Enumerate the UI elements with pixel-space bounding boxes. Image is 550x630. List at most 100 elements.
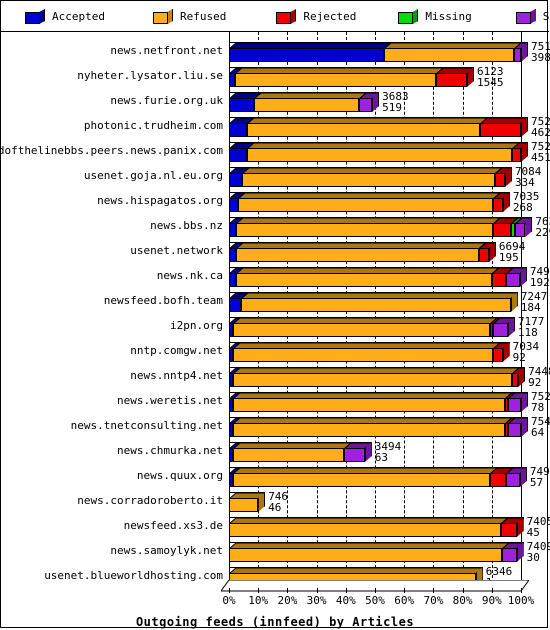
x-axis-tick: [287, 588, 289, 593]
bar-segment-refused[interactable]: [233, 448, 345, 462]
bar-value-labels: 7525462: [531, 116, 550, 138]
stacked-bar[interactable]: 752678: [229, 391, 550, 413]
x-axis-tick: [258, 588, 260, 593]
bar-segment-accepted[interactable]: [229, 173, 243, 187]
bar-segment-refused[interactable]: [229, 548, 503, 562]
bar-value-secondary: 92: [512, 351, 526, 364]
bar-segment-spooled[interactable]: [507, 398, 521, 412]
bar-segment-refused[interactable]: [233, 348, 494, 362]
bar-value-secondary: 45: [526, 526, 540, 539]
stacked-bar[interactable]: 3494 63: [229, 441, 521, 463]
stacked-bar[interactable]: 7247 184: [229, 291, 547, 313]
bar-value-secondary: 57: [529, 476, 544, 489]
bar-segment-rejected[interactable]: [491, 273, 507, 287]
stacked-bar[interactable]: 746 46: [229, 491, 521, 514]
bar-segment-rejected[interactable]: [493, 223, 511, 237]
bar-segment-refused[interactable]: [236, 223, 494, 237]
bar-segment-refused[interactable]: [233, 473, 491, 487]
bar-value-secondary: 46: [268, 501, 282, 514]
bar-segment-refused[interactable]: [236, 273, 492, 287]
bar-segment-accepted[interactable]: [229, 148, 247, 162]
bar-segment-rejected[interactable]: [480, 123, 521, 137]
bar-segment-accepted[interactable]: [229, 198, 238, 212]
bar-segment-rejected[interactable]: [494, 173, 505, 187]
bar-segment-spooled[interactable]: [344, 448, 365, 462]
stacked-bar[interactable]: 744892: [229, 366, 550, 388]
bar-segment-refused[interactable]: [242, 173, 495, 187]
bar-segment-rejected[interactable]: [492, 198, 503, 212]
x-axis-tick: [462, 588, 464, 593]
stacked-bar[interactable]: 6694 195: [229, 241, 525, 263]
bar-segment-refused[interactable]: [234, 73, 437, 87]
bar-segment-spooled[interactable]: [502, 548, 517, 562]
stacked-bar[interactable]: 7490192: [229, 266, 550, 288]
bar-segment-refused[interactable]: [229, 523, 501, 537]
stacked-bar[interactable]: 7405 45: [229, 516, 550, 538]
bar-segment-accepted[interactable]: [229, 223, 237, 237]
bar-value-secondary: 462: [531, 126, 550, 139]
bar-segment-spooled[interactable]: [513, 48, 521, 62]
legend-swatch-refused-icon: [152, 8, 173, 24]
bar-segment-refused[interactable]: [233, 398, 505, 412]
bar-segment-accepted[interactable]: [229, 123, 247, 137]
bar-segment-refused[interactable]: [383, 48, 514, 62]
bar-value-secondary: 229: [535, 226, 550, 239]
bar-segment-rejected[interactable]: [436, 73, 467, 87]
bar-segment-spooled[interactable]: [358, 98, 373, 112]
bar-value-secondary: 451: [531, 151, 550, 164]
bar-segment-refused[interactable]: [246, 148, 513, 162]
bar-segment-accepted[interactable]: [229, 98, 254, 112]
x-axis-tick: [345, 588, 347, 593]
bar-row: newsfeed.xs3.de 7405 45: [1, 513, 550, 538]
bar-segment-rejected[interactable]: [500, 523, 517, 537]
bar-segment-accepted[interactable]: [229, 248, 237, 262]
stacked-bar[interactable]: 3683 519: [229, 91, 521, 113]
x-axis-tick: [404, 588, 406, 593]
bar-segment-spooled[interactable]: [506, 273, 520, 287]
stacked-bar[interactable]: 6123 1545: [229, 66, 521, 88]
category-label: usenet.blueworldhosting.com: [44, 569, 223, 582]
stacked-bar[interactable]: 7525462: [229, 116, 550, 138]
bar-segment-refused[interactable]: [246, 123, 481, 137]
bar-segment-accepted[interactable]: [229, 273, 237, 287]
bar-segment-refused[interactable]: [229, 498, 259, 512]
bar-segment-refused[interactable]: [253, 98, 359, 112]
bar-segment-accepted[interactable]: [229, 298, 241, 312]
stacked-bar[interactable]: 7636229: [229, 216, 550, 238]
category-label: news.bbs.nz: [150, 219, 223, 232]
stacked-bar[interactable]: 75113981: [229, 41, 550, 63]
bar-segment-rejected[interactable]: [512, 373, 519, 387]
bar-segment-rejected[interactable]: [478, 248, 489, 262]
bar-segment-rejected[interactable]: [493, 348, 503, 362]
bar-segment-rejected[interactable]: [490, 473, 507, 487]
bar-segment-spooled[interactable]: [507, 423, 521, 437]
stacked-bar[interactable]: 7084 334: [229, 166, 541, 188]
bar-value-secondary: 334: [514, 176, 535, 189]
legend-item-accepted: Accepted: [11, 1, 105, 31]
bar-segment-refused[interactable]: [236, 248, 479, 262]
legend-label: Accepted: [52, 9, 105, 23]
stacked-bar[interactable]: 754264: [229, 416, 550, 438]
x-axis-tick: [521, 588, 522, 593]
bar-segment-refused[interactable]: [233, 423, 505, 437]
x-axis-tick-label: 60%: [394, 594, 415, 607]
bar-segment-spooled[interactable]: [506, 473, 520, 487]
category-label: newsfeed.xs3.de: [123, 519, 223, 532]
stacked-bar[interactable]: 7177 118: [229, 316, 544, 338]
bar-segment-refused[interactable]: [240, 298, 511, 312]
bar-value-labels: 7409 30: [527, 541, 550, 563]
bar-value-labels: 7523451: [531, 141, 550, 163]
bar-segment-spooled[interactable]: [515, 223, 526, 237]
bar-segment-refused[interactable]: [233, 323, 491, 337]
stacked-bar[interactable]: 7523451: [229, 141, 550, 163]
bar-segment-rejected[interactable]: [512, 148, 521, 162]
bar-segment-refused[interactable]: [233, 373, 513, 387]
bar-value-labels: 7405 45: [527, 516, 550, 538]
stacked-bar[interactable]: 7409 30: [229, 541, 550, 563]
bar-segment-accepted[interactable]: [229, 48, 384, 62]
stacked-bar[interactable]: 7035 268: [229, 191, 539, 213]
stacked-bar[interactable]: 749657: [229, 466, 550, 488]
bar-segment-spooled[interactable]: [493, 323, 508, 337]
bar-segment-refused[interactable]: [237, 198, 493, 212]
stacked-bar[interactable]: 7034 92: [229, 341, 539, 363]
